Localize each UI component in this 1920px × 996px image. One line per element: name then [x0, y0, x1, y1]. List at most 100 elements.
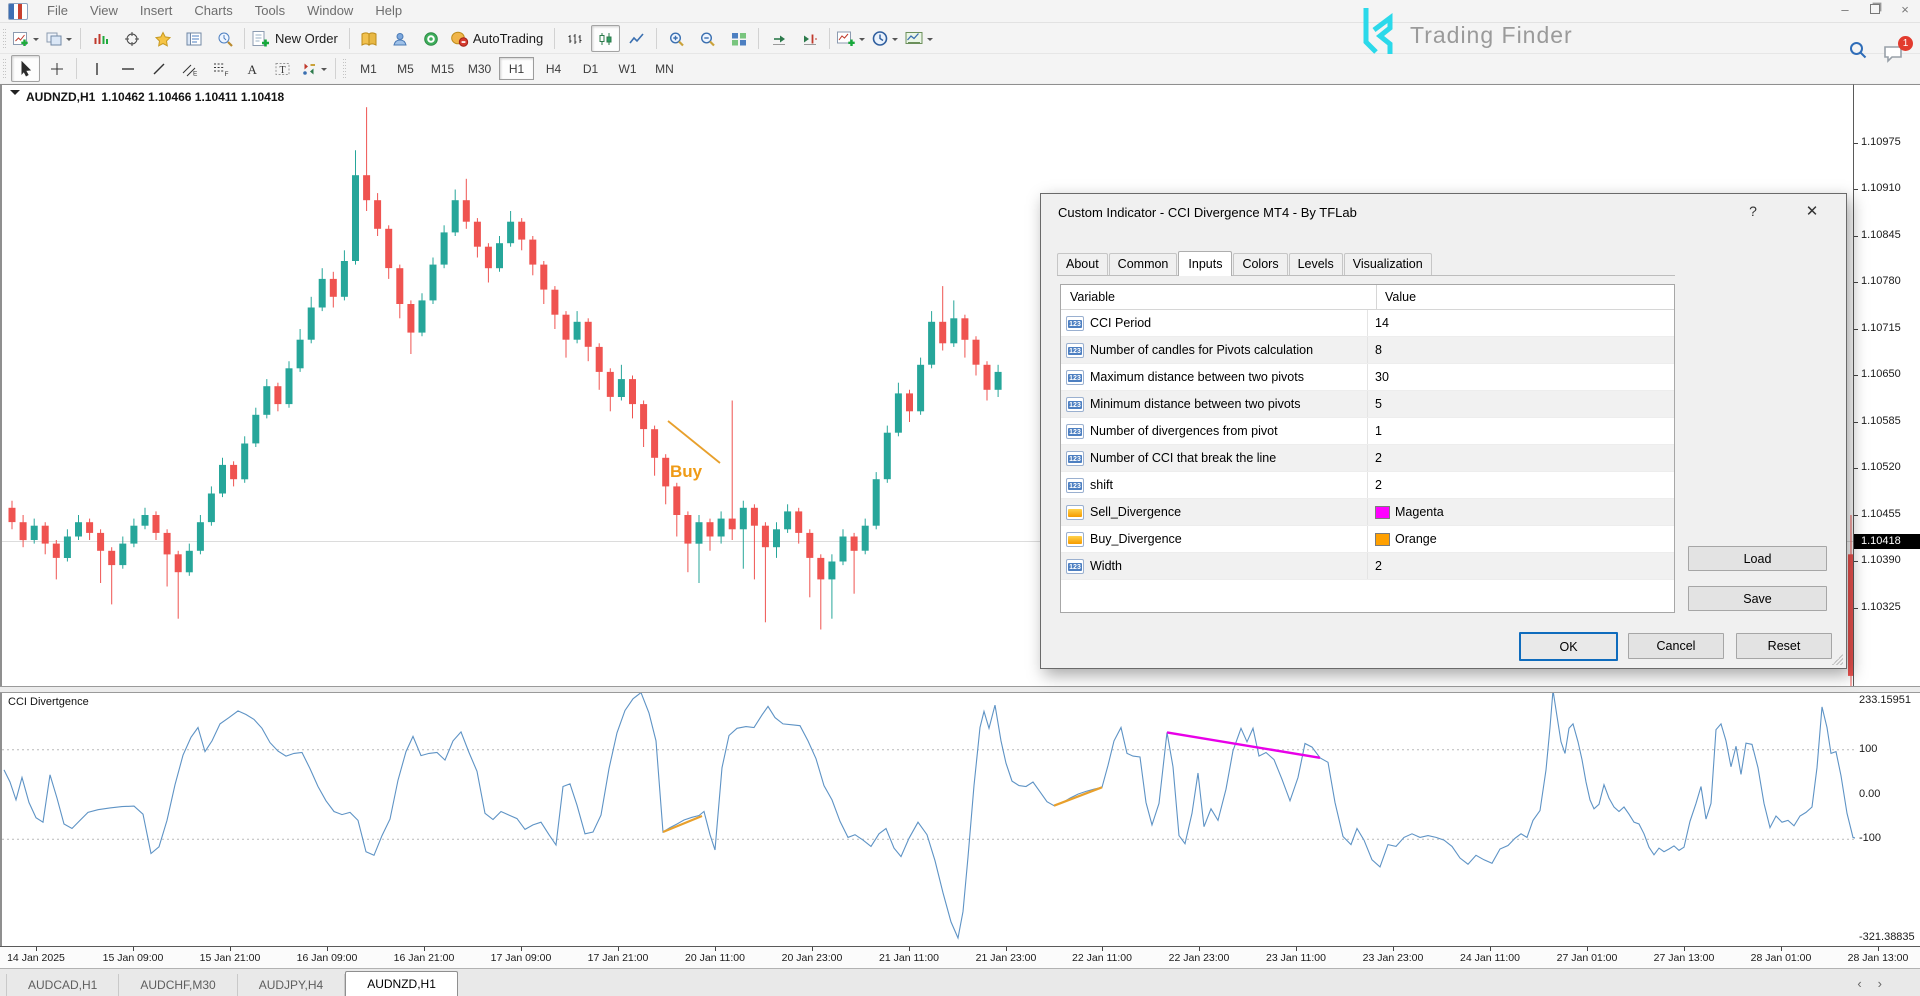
- price-label: 1.10390: [1861, 554, 1901, 566]
- candlestick-chart-button[interactable]: [591, 25, 620, 52]
- menu-file[interactable]: File: [36, 0, 79, 21]
- cancel-button[interactable]: Cancel: [1628, 633, 1724, 659]
- input-value[interactable]: 30: [1367, 364, 1674, 390]
- input-row-width[interactable]: 123Width2: [1061, 553, 1674, 580]
- ok-button[interactable]: OK: [1519, 632, 1618, 661]
- dialog-title: Custom Indicator - CCI Divergence MT4 - …: [1058, 205, 1357, 220]
- timeframe-m15[interactable]: M15: [425, 57, 460, 80]
- chart-tab-audchf-m30[interactable]: AUDCHF,M30: [119, 974, 237, 996]
- input-row-maximum-distance-between-two-pivots[interactable]: 123Maximum distance between two pivots30: [1061, 364, 1674, 391]
- dialog-tab-common[interactable]: Common: [1109, 253, 1178, 275]
- autotrading-button[interactable]: AutoTrading: [448, 25, 549, 52]
- input-value[interactable]: 14: [1367, 310, 1674, 336]
- chart-tab-audcad-h1[interactable]: AUDCAD,H1: [6, 974, 119, 996]
- chat-icon[interactable]: 1: [1882, 44, 1906, 64]
- mql5-book-button[interactable]: [355, 25, 384, 52]
- input-row-shift[interactable]: 123shift2: [1061, 472, 1674, 499]
- periods-button[interactable]: [870, 25, 901, 52]
- resize-grip[interactable]: [1832, 654, 1843, 665]
- dialog-tab-colors[interactable]: Colors: [1233, 253, 1287, 275]
- dialog-tab-inputs[interactable]: Inputs: [1178, 251, 1232, 276]
- channel-button[interactable]: E: [175, 55, 204, 82]
- input-row-buy-divergence[interactable]: Buy_DivergenceOrange: [1061, 526, 1674, 553]
- input-value[interactable]: 2: [1367, 445, 1674, 471]
- help-button[interactable]: ?: [1743, 203, 1763, 223]
- community-button[interactable]: [386, 25, 415, 52]
- cursor-button[interactable]: [11, 55, 40, 82]
- timeframe-h4[interactable]: H4: [536, 57, 571, 80]
- fibonacci-button[interactable]: F: [206, 55, 235, 82]
- timeframe-mn[interactable]: MN: [647, 57, 682, 80]
- panel-splitter[interactable]: [0, 686, 1920, 693]
- load-button[interactable]: Load: [1688, 546, 1827, 571]
- dialog-close-icon[interactable]: ✕: [1801, 202, 1823, 222]
- crosshair-button[interactable]: [42, 55, 71, 82]
- line-chart-button[interactable]: [622, 25, 651, 52]
- chart-objects-caret-icon[interactable]: [10, 90, 20, 100]
- menu-window[interactable]: Window: [296, 0, 364, 21]
- chart-tab-audjpy-h4[interactable]: AUDJPY,H4: [238, 974, 345, 996]
- profiles-button[interactable]: [44, 25, 75, 52]
- timeframe-h1[interactable]: H1: [499, 57, 534, 80]
- vline-button[interactable]: [82, 55, 111, 82]
- tile-windows-button[interactable]: [724, 25, 753, 52]
- menu-help[interactable]: Help: [364, 0, 413, 21]
- menu-insert[interactable]: Insert: [129, 0, 184, 21]
- input-value[interactable]: 2: [1367, 553, 1674, 579]
- indicators-button[interactable]: [835, 25, 868, 52]
- auto-scroll-button[interactable]: [764, 25, 793, 52]
- text-button[interactable]: A: [237, 55, 266, 82]
- dialog-tab-visualization[interactable]: Visualization: [1344, 253, 1432, 275]
- input-value[interactable]: 8: [1367, 337, 1674, 363]
- favorites-button[interactable]: [148, 25, 177, 52]
- cci-indicator-panel[interactable]: CCI Divertgence: [0, 693, 1855, 946]
- strategy-tester-button[interactable]: [210, 25, 239, 52]
- dialog-tab-levels[interactable]: Levels: [1289, 253, 1343, 275]
- input-row-number-of-candles-for-pivots-calculation[interactable]: 123Number of candles for Pivots calculat…: [1061, 337, 1674, 364]
- market-watch-button[interactable]: [179, 25, 208, 52]
- chart-tab-audnzd-h1[interactable]: AUDNZD,H1: [345, 971, 458, 996]
- arrows-icon: [300, 61, 318, 77]
- chart-updown-button[interactable]: [86, 25, 115, 52]
- menu-tools[interactable]: Tools: [244, 0, 296, 21]
- hline-button[interactable]: [113, 55, 142, 82]
- input-value[interactable]: Magenta: [1367, 499, 1674, 525]
- crosshair-target-button[interactable]: [117, 25, 146, 52]
- timeframe-w1[interactable]: W1: [610, 57, 645, 80]
- timeframe-d1[interactable]: D1: [573, 57, 608, 80]
- input-name: Number of divergences from pivot: [1090, 424, 1367, 438]
- input-value[interactable]: 1: [1367, 418, 1674, 444]
- menu-charts[interactable]: Charts: [183, 0, 243, 21]
- timeframe-m30[interactable]: M30: [462, 57, 497, 80]
- templates-button[interactable]: [903, 25, 936, 52]
- chart-shift-button[interactable]: [795, 25, 824, 52]
- input-row-number-of-divergences-from-pivot[interactable]: 123Number of divergences from pivot1: [1061, 418, 1674, 445]
- bar-chart-button[interactable]: [560, 25, 589, 52]
- signals-button[interactable]: [417, 25, 446, 52]
- new-chart-button[interactable]: [11, 25, 42, 52]
- timeframe-m5[interactable]: M5: [388, 57, 423, 80]
- brand-name: Trading Finder: [1410, 22, 1573, 49]
- input-value[interactable]: 5: [1367, 391, 1674, 417]
- input-value[interactable]: Orange: [1367, 526, 1674, 552]
- reset-button[interactable]: Reset: [1736, 633, 1832, 659]
- zoom-in-button[interactable]: [662, 25, 691, 52]
- search-icon[interactable]: [1848, 40, 1868, 60]
- input-value[interactable]: 2: [1367, 472, 1674, 498]
- text-label-button[interactable]: T: [268, 55, 297, 82]
- new-order-button[interactable]: New Order: [250, 25, 344, 52]
- input-row-sell-divergence[interactable]: Sell_DivergenceMagenta: [1061, 499, 1674, 526]
- trendline-button[interactable]: [144, 55, 173, 82]
- arrows-button[interactable]: [299, 55, 330, 82]
- input-row-minimum-distance-between-two-pivots[interactable]: 123Minimum distance between two pivots5: [1061, 391, 1674, 418]
- time-label: 24 Jan 11:00: [1460, 952, 1520, 964]
- tab-scroll-arrows[interactable]: ‹›: [1857, 976, 1898, 991]
- save-button[interactable]: Save: [1688, 586, 1827, 611]
- dialog-tab-about[interactable]: About: [1057, 253, 1108, 275]
- menu-view[interactable]: View: [79, 0, 129, 21]
- zoom-out-button[interactable]: [693, 25, 722, 52]
- input-row-number-of-cci-that-break-the-line[interactable]: 123Number of CCI that break the line2: [1061, 445, 1674, 472]
- new-order-icon: [251, 30, 271, 47]
- timeframe-m1[interactable]: M1: [351, 57, 386, 80]
- input-row-cci-period[interactable]: 123CCI Period14: [1061, 310, 1674, 337]
